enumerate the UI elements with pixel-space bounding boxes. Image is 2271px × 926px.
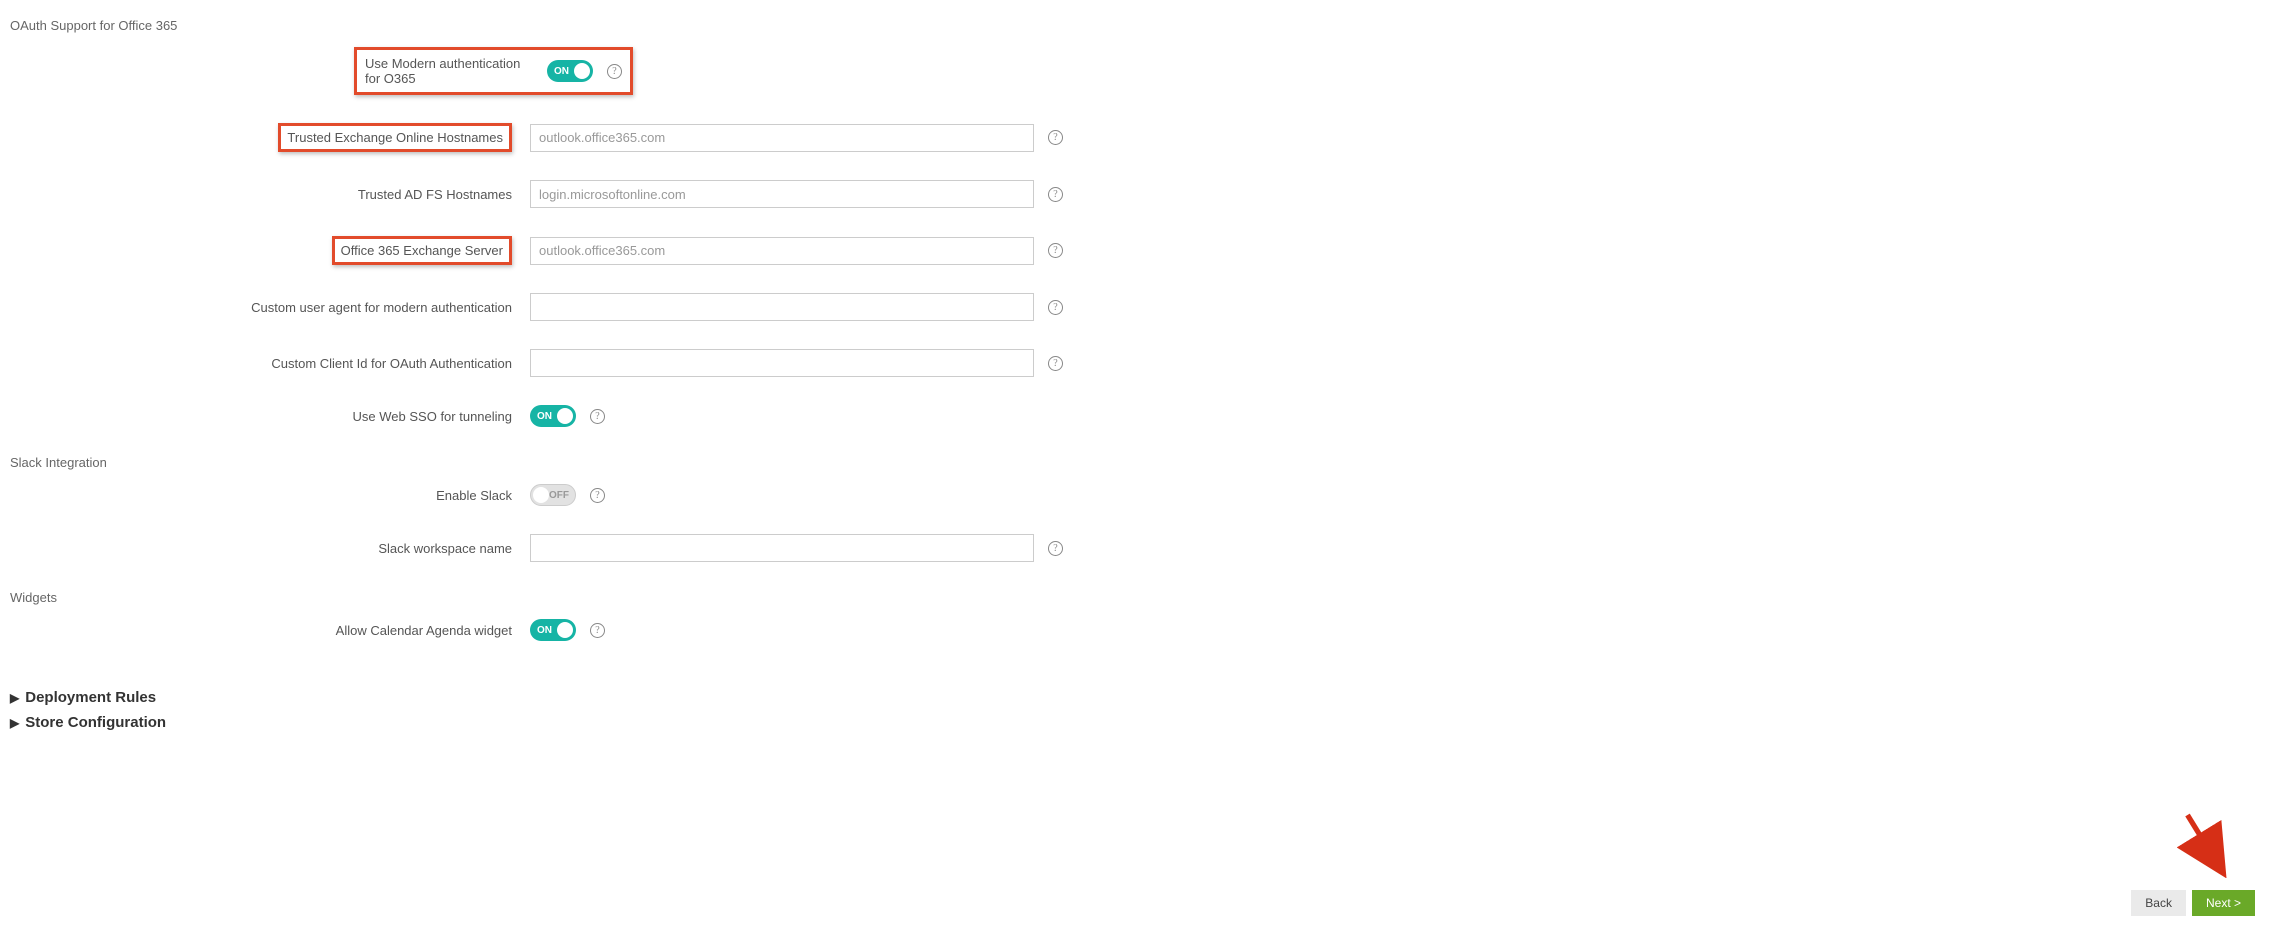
label-custom-client: Custom Client Id for OAuth Authenticatio… (10, 356, 530, 371)
help-icon[interactable]: ? (1048, 356, 1063, 371)
help-icon[interactable]: ? (1048, 187, 1063, 202)
label-calendar-widget: Allow Calendar Agenda widget (10, 623, 530, 638)
label-web-sso: Use Web SSO for tunneling (10, 409, 530, 424)
highlight-modern-auth: Use Modern authentication for O365 ON ? (354, 47, 633, 95)
input-custom-client[interactable] (530, 349, 1034, 377)
help-icon[interactable]: ? (590, 488, 605, 503)
help-icon[interactable]: ? (590, 409, 605, 424)
toggle-modern-auth[interactable]: ON (547, 60, 593, 82)
help-icon[interactable]: ? (590, 623, 605, 638)
label-o365-server-col: Office 365 Exchange Server (10, 236, 530, 265)
section-oauth-label: OAuth Support for Office 365 (10, 18, 2261, 33)
label-trusted-adfs: Trusted AD FS Hostnames (10, 187, 530, 202)
caret-right-icon: ▶ (10, 691, 19, 705)
toggle-enable-slack[interactable]: OFF (530, 484, 576, 506)
label-custom-ua: Custom user agent for modern authenticat… (10, 300, 530, 315)
toggle-web-sso[interactable]: ON (530, 405, 576, 427)
annotation-arrow-icon (2175, 808, 2235, 878)
expander-deployment-rules[interactable]: ▶ Deployment Rules (10, 689, 2261, 706)
label-enable-slack: Enable Slack (10, 488, 530, 503)
section-widgets-label: Widgets (10, 590, 2261, 605)
label-trusted-exchange-col: Trusted Exchange Online Hostnames (10, 123, 530, 152)
caret-right-icon: ▶ (10, 716, 19, 730)
input-slack-ws[interactable] (530, 534, 1034, 562)
label-slack-ws: Slack workspace name (10, 541, 530, 556)
help-icon[interactable]: ? (607, 64, 622, 79)
section-slack-label: Slack Integration (10, 455, 2261, 470)
highlight-o365-server: Office 365 Exchange Server (332, 236, 512, 265)
highlight-trusted-exchange: Trusted Exchange Online Hostnames (278, 123, 512, 152)
label-modern-auth: Use Modern authentication for O365 (365, 56, 529, 86)
help-icon[interactable]: ? (1048, 541, 1063, 556)
next-button[interactable]: Next > (2192, 890, 2255, 916)
help-icon[interactable]: ? (1048, 243, 1063, 258)
help-icon[interactable]: ? (1048, 130, 1063, 145)
input-custom-ua[interactable] (530, 293, 1034, 321)
footer-buttons: Back Next > (2131, 890, 2255, 916)
input-trusted-adfs[interactable] (530, 180, 1034, 208)
input-trusted-exchange[interactable] (530, 124, 1034, 152)
help-icon[interactable]: ? (1048, 300, 1063, 315)
back-button[interactable]: Back (2131, 890, 2186, 916)
expander-store-configuration[interactable]: ▶ Store Configuration (10, 714, 2261, 731)
input-o365-server[interactable] (530, 237, 1034, 265)
toggle-calendar-widget[interactable]: ON (530, 619, 576, 641)
